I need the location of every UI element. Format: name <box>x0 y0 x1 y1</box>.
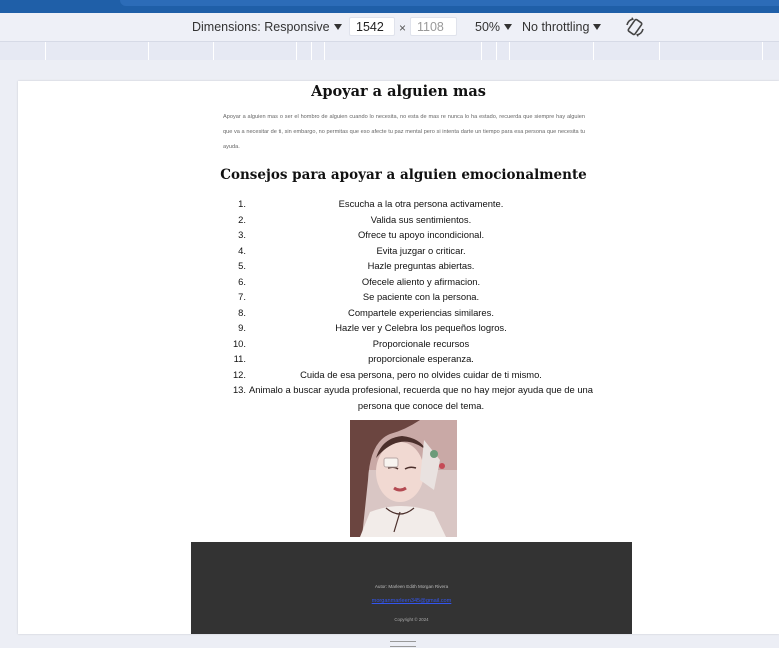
list-text: Se paciente con la persona. <box>362 291 480 302</box>
footer-author: Autor: Marleen Edith Morgan Rivera <box>374 584 449 589</box>
list-text: Animalo a buscar ayuda profesional, recu… <box>249 384 593 411</box>
media-query-bar <box>0 41 779 61</box>
page-title: Apoyar a alguien mas <box>311 83 486 100</box>
list-number: 13. <box>232 384 246 395</box>
list-number: 1. <box>238 198 246 209</box>
list-item: 11. proporcionale esperanza. <box>223 351 593 367</box>
tips-list: 1. Escucha a la otra persona activamente.… <box>223 196 593 413</box>
list-number: 6. <box>238 275 246 287</box>
media-query-segment[interactable] <box>659 42 660 60</box>
list-text: Compartele experiencias similares. <box>348 306 494 318</box>
illustration-image <box>350 420 457 537</box>
media-query-segment[interactable] <box>762 42 763 60</box>
list-item: 9. Hazle ver y Celebra los pequeños logro… <box>223 320 593 336</box>
throttling-label: No throttling <box>522 20 590 34</box>
list-number: 12. <box>232 368 246 380</box>
throttling-dropdown[interactable]: No throttling <box>522 20 602 34</box>
width-input[interactable]: 1542 <box>349 17 395 36</box>
intro-paragraph: Apoyar a alguien mas o ser el hombro de … <box>223 114 585 150</box>
media-query-segment[interactable] <box>496 42 497 60</box>
list-item: 2. Valida sus sentimientos. <box>223 212 593 228</box>
media-query-segment[interactable] <box>296 42 297 60</box>
list-number: 11. <box>233 353 246 364</box>
chevron-down-icon <box>333 24 342 30</box>
media-query-segment[interactable] <box>45 42 46 60</box>
media-query-segment[interactable] <box>509 42 510 60</box>
list-text: Cuida de esa persona, pero no olvides cu… <box>300 368 542 380</box>
media-query-segment[interactable] <box>311 42 312 60</box>
browser-top-bar <box>0 0 779 13</box>
list-text: Evita juzgar o criticar. <box>376 244 466 256</box>
site-footer: Autor: Marleen Edith Morgan Rivera morga… <box>191 542 632 634</box>
section-title: Consejos para apoyar a alguien emocional… <box>220 167 587 183</box>
list-number: 10. <box>232 337 246 349</box>
list-text: Hazle preguntas abiertas. <box>367 260 475 271</box>
zoom-dropdown[interactable]: 50% <box>475 20 513 34</box>
list-number: 3. <box>238 229 246 240</box>
browser-tab-edge <box>120 0 779 6</box>
list-item: 12. Cuida de esa persona, pero no olvides… <box>223 367 593 383</box>
chevron-down-icon <box>504 24 513 30</box>
list-text: Proporcionale recursos <box>372 337 470 349</box>
list-text: proporcionale esperanza. <box>368 353 474 364</box>
resize-handle[interactable] <box>390 641 416 647</box>
list-item: 3. Ofrece tu apoyo incondicional. <box>223 227 593 243</box>
list-item: 6. Ofecele aliento y afirmacion. <box>223 274 593 290</box>
list-item: 7. Se paciente con la persona. <box>223 289 593 305</box>
chevron-down-icon <box>593 24 602 30</box>
list-text: Ofrece tu apoyo incondicional. <box>357 229 485 240</box>
device-toolbar: Dimensions: Responsive 1542 × 1108 50% N… <box>0 13 779 41</box>
emulated-viewport: Apoyar a alguien mas Apoyar a alguien ma… <box>18 81 779 634</box>
list-number: 9. <box>238 322 246 333</box>
footer-copyright: Copyright © 2024 <box>394 617 429 622</box>
list-number: 2. <box>238 213 246 225</box>
zoom-label: 50% <box>475 20 501 34</box>
list-item: 4. Evita juzgar o criticar. <box>223 243 593 259</box>
list-number: 7. <box>238 291 246 302</box>
times-separator: × <box>399 21 407 35</box>
list-item: 5. Hazle preguntas abiertas. <box>223 258 593 274</box>
list-item: 1. Escucha a la otra persona activamente. <box>223 196 593 212</box>
media-query-segment[interactable] <box>481 42 482 60</box>
list-item: 8. Compartele experiencias similares. <box>223 305 593 321</box>
list-number: 5. <box>238 260 246 271</box>
media-query-segment[interactable] <box>213 42 214 60</box>
list-text: Valida sus sentimientos. <box>370 213 472 225</box>
height-input[interactable]: 1108 <box>410 17 457 36</box>
list-item: 13. Animalo a buscar ayuda profesional, r… <box>223 382 593 413</box>
media-query-segment[interactable] <box>324 42 325 60</box>
list-text: Ofecele aliento y afirmacion. <box>361 275 481 287</box>
list-number: 8. <box>238 306 246 318</box>
rotate-icon[interactable] <box>624 16 646 38</box>
media-query-segment[interactable] <box>148 42 149 60</box>
dimensions-dropdown[interactable]: Dimensions: Responsive <box>192 20 342 34</box>
list-text: Escucha a la otra persona activamente. <box>338 198 504 209</box>
dimensions-label: Dimensions: Responsive <box>192 20 330 34</box>
media-query-segment[interactable] <box>593 42 594 60</box>
footer-email-link[interactable]: morganmarleen345@gmail.com <box>191 598 632 604</box>
list-number: 4. <box>238 244 246 256</box>
list-item: 10. Proporcionale recursos <box>223 336 593 352</box>
list-text: Hazle ver y Celebra los pequeños logros. <box>335 322 507 333</box>
